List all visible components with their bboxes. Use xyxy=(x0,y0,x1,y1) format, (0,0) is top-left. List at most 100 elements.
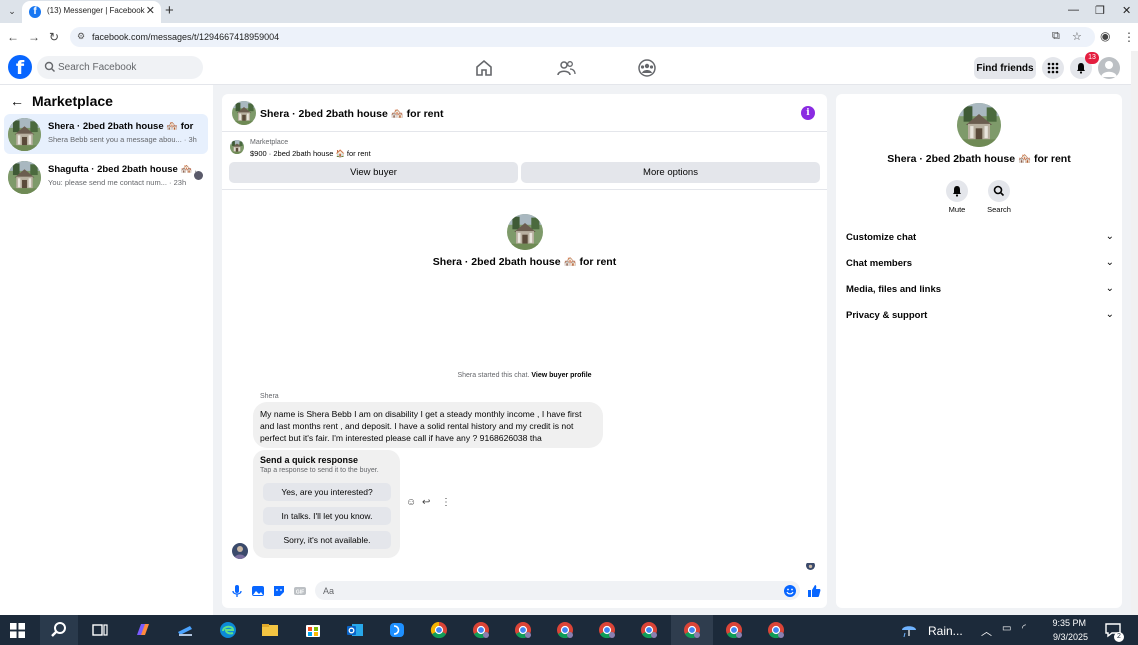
more-actions-icon[interactable]: ⋮ xyxy=(441,497,451,508)
windows-taskbar: Rain... ︿ ▭ ◜ 9:35 PM 9/3/2025 2 xyxy=(0,615,1138,645)
customize-chat-row[interactable]: Customize chat ⌄ xyxy=(846,227,1114,249)
url-text[interactable]: facebook.com/messages/t/1294667418959004 xyxy=(92,32,279,42)
microsoft-store-icon[interactable] xyxy=(304,621,322,639)
reply-icon[interactable]: ↩ xyxy=(422,497,430,508)
copilot-icon[interactable] xyxy=(134,621,152,639)
outlook-icon[interactable] xyxy=(346,621,364,639)
tab-close-icon[interactable]: ✕ xyxy=(146,4,155,17)
search-icon xyxy=(51,622,66,637)
sticker-icon[interactable] xyxy=(272,584,286,598)
message-bubble[interactable]: My name is Shera Bebb I am on disability… xyxy=(253,402,603,448)
chrome-profile-icon[interactable] xyxy=(767,621,785,639)
task-view-icon[interactable] xyxy=(91,621,109,639)
tab-search-icon[interactable]: ⌄ xyxy=(5,4,19,18)
back-icon[interactable]: ← xyxy=(7,30,19,44)
rain-weather-icon[interactable] xyxy=(900,621,918,639)
groups-icon[interactable] xyxy=(637,58,657,78)
sidebar-title: Marketplace xyxy=(32,93,113,109)
active-chrome-taskbar-button[interactable] xyxy=(671,615,713,645)
photo-icon[interactable] xyxy=(251,584,265,598)
facebook-search[interactable] xyxy=(37,56,203,79)
bookmark-star-icon[interactable]: ☆ xyxy=(1072,30,1082,43)
chrome-icon[interactable] xyxy=(430,621,448,639)
emoji-icon[interactable] xyxy=(783,584,797,598)
quick-response-option[interactable]: In talks. I'll let you know. xyxy=(263,507,391,525)
install-app-icon[interactable]: ⧉ xyxy=(1052,30,1060,43)
omnibox[interactable]: ⚙ facebook.com/messages/t/12946674189590… xyxy=(70,27,1095,47)
chrome-profile-icon[interactable] xyxy=(725,621,743,639)
minimize-icon[interactable]: — xyxy=(1068,4,1079,16)
windows-start-icon[interactable] xyxy=(10,623,25,638)
mute-button[interactable]: Mute xyxy=(937,180,977,214)
clock-date[interactable]: 9/3/2025 xyxy=(1040,632,1088,642)
app-icon[interactable] xyxy=(388,621,406,639)
window-close-icon[interactable]: ✕ xyxy=(1122,4,1131,17)
weather-text[interactable]: Rain... xyxy=(928,624,963,638)
chrome-profile-icon[interactable] xyxy=(514,621,532,639)
conversation-avatar xyxy=(8,118,41,151)
privacy-support-row[interactable]: Privacy & support ⌄ xyxy=(846,305,1114,327)
facebook-logo-icon[interactable]: f xyxy=(8,55,32,79)
conversation-item[interactable]: Shagufta · 2bed 2bath house 🏘️ ... You: … xyxy=(4,157,208,197)
profile-icon[interactable]: ◉ xyxy=(1100,29,1110,43)
listing-label: Marketplace xyxy=(250,139,289,146)
svg-text:GIF: GIF xyxy=(296,589,304,595)
microphone-icon[interactable] xyxy=(230,584,244,598)
friends-icon[interactable] xyxy=(556,58,576,78)
search-input[interactable] xyxy=(58,60,198,75)
listing-detail[interactable]: $900 · 2bed 2bath house 🏠 for rent xyxy=(250,149,371,158)
browser-tab[interactable]: f (13) Messenger | Facebook ✕ xyxy=(22,1,161,23)
quick-response-option[interactable]: Yes, are you interested? xyxy=(263,483,391,501)
back-arrow-icon[interactable]: ← xyxy=(10,93,24,109)
search-taskbar-button[interactable] xyxy=(40,615,78,645)
details-avatar xyxy=(957,103,1001,147)
wifi-icon[interactable]: ◜ xyxy=(1022,623,1026,634)
react-emoji-icon[interactable]: ☺ xyxy=(406,497,416,508)
chrome-profile-icon[interactable] xyxy=(598,621,616,639)
chrome-profile-icon[interactable] xyxy=(640,621,658,639)
message-sender-name: Shera xyxy=(260,393,279,400)
view-buyer-button[interactable]: View buyer xyxy=(229,162,518,183)
conversation-details-panel: Shera · 2bed 2bath house 🏘️ for rent Mut… xyxy=(836,94,1122,608)
battery-icon[interactable]: ▭ xyxy=(1002,623,1011,634)
menu-grid-button[interactable] xyxy=(1042,57,1064,79)
search-in-conversation-button[interactable]: Search xyxy=(979,180,1019,214)
edge-icon[interactable] xyxy=(219,621,237,639)
media-files-links-row[interactable]: Media, files and links ⌄ xyxy=(846,279,1114,301)
chevron-down-icon: ⌄ xyxy=(1105,231,1114,242)
forward-icon[interactable]: → xyxy=(28,30,40,44)
browser-menu-icon[interactable]: ⋮ xyxy=(1123,30,1135,44)
clock-time[interactable]: 9:35 PM xyxy=(1044,618,1086,628)
chrome-profile-icon[interactable] xyxy=(472,621,490,639)
maximize-icon[interactable]: ❐ xyxy=(1095,4,1105,17)
quick-response-title: Send a quick response xyxy=(260,455,359,465)
site-info-icon[interactable]: ⚙ xyxy=(77,31,85,42)
new-tab-icon[interactable]: + xyxy=(165,2,174,19)
search-label: Search xyxy=(987,205,1011,214)
sender-avatar[interactable] xyxy=(232,543,248,559)
chat-header-avatar[interactable] xyxy=(232,101,256,125)
conversation-item[interactable]: Shera · 2bed 2bath house 🏘️ for r... She… xyxy=(4,114,208,154)
default-avatar-icon xyxy=(1101,61,1117,77)
chat-members-row[interactable]: Chat members ⌄ xyxy=(846,253,1114,275)
home-icon[interactable] xyxy=(474,58,494,78)
chat-header-title[interactable]: Shera · 2bed 2bath house 🏘️ for rent xyxy=(260,107,443,120)
gif-icon[interactable]: GIF xyxy=(293,584,307,598)
chrome-profile-icon[interactable] xyxy=(556,621,574,639)
reload-icon[interactable]: ↻ xyxy=(49,30,59,44)
listing-thumbnail[interactable] xyxy=(230,140,244,154)
find-friends-button[interactable]: Find friends xyxy=(974,57,1036,79)
file-explorer-icon[interactable] xyxy=(261,621,279,639)
message-input[interactable] xyxy=(315,581,800,600)
quick-response-option[interactable]: Sorry, it's not available. xyxy=(263,531,391,549)
more-options-button[interactable]: More options xyxy=(521,162,820,183)
page-scrollbar[interactable] xyxy=(1131,51,1138,615)
thumbs-up-icon[interactable] xyxy=(807,584,821,598)
chevron-up-icon[interactable]: ︿ xyxy=(981,623,992,639)
conversation-info-icon[interactable]: i xyxy=(801,106,815,120)
details-name: Shera · 2bed 2bath house 🏘️ for rent xyxy=(887,153,1071,165)
app-icon[interactable] xyxy=(176,621,194,639)
account-avatar[interactable] xyxy=(1098,57,1120,79)
view-buyer-profile-link[interactable]: View buyer profile xyxy=(531,372,591,379)
bell-icon xyxy=(1077,63,1085,74)
